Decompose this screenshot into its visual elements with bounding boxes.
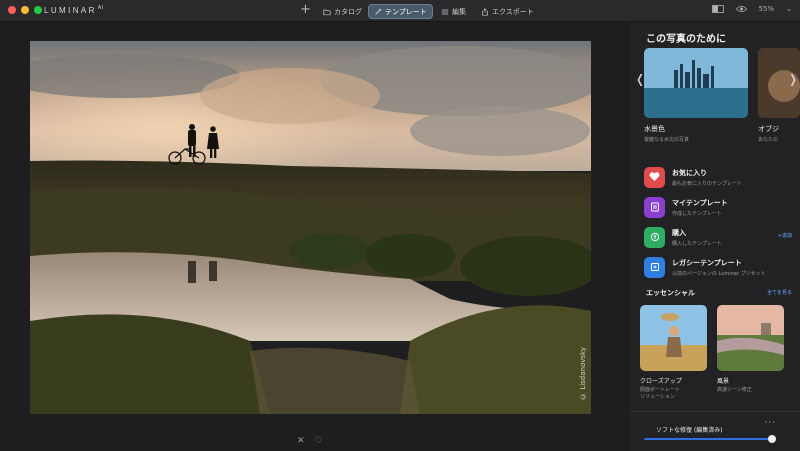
category-name: レガシーテンプレート (672, 258, 742, 267)
essentials-title: エッセンシャル (646, 289, 695, 297)
essential-subtitle: 顔面ポートレート ソリューション (640, 387, 681, 400)
applied-template-label: ソフトな修復 (編集済み) (656, 427, 723, 434)
category-subtitle: 作成したテンプレート (672, 210, 722, 217)
panel-title: この写真のために (646, 34, 726, 45)
more-options-icon[interactable]: ··· (764, 418, 776, 428)
essential-thumbnail (717, 305, 784, 371)
featured-title: 水景色 (644, 125, 665, 133)
category-favorites[interactable]: お気に入り 最もお気に入りのテンプレート (644, 162, 794, 192)
folder-icon (323, 9, 331, 15)
chevron-right-icon[interactable]: ❭ (788, 72, 798, 86)
category-subtitle: 最もお気に入りのテンプレート (672, 180, 742, 187)
category-legacy[interactable]: レガシーテンプレート 以前のバージョンの Luminar プリセット (644, 252, 794, 282)
essential-subtitle: 高速シーン修正 (717, 387, 752, 393)
featured-carousel: ❬ 水景色 複雑なる水辺の写真 オブジ あなたの ❭ (630, 48, 800, 168)
essential-name: クローズアップ (640, 378, 682, 385)
heart-icon[interactable]: ♡ (315, 436, 323, 446)
tab-edit[interactable]: 編集 (436, 4, 471, 19)
close-icon[interactable]: ✕ (297, 436, 305, 446)
category-name: マイテンプレート (672, 198, 728, 207)
featured-card-object[interactable]: オブジ あなたの (758, 48, 800, 143)
landscape-photo (30, 41, 591, 414)
applied-template-bar: ソフトな修復 (編集済み) ··· (630, 411, 800, 451)
export-icon (482, 7, 488, 16)
essential-closeup[interactable]: クローズアップ 顔面ポートレート ソリューション (640, 305, 707, 401)
category-subtitle: 購入したテンプレート (672, 240, 722, 247)
category-name: お気に入り (672, 168, 707, 177)
featured-subtitle: 複雑なる水辺の写真 (644, 137, 690, 143)
top-nav: + カタログ テンプレート 編集 エクスポート 55% ⌄ (0, 0, 800, 22)
essential-name: 風景 (717, 378, 730, 385)
eye-icon[interactable] (735, 5, 747, 13)
tab-catalog[interactable]: カタログ (318, 4, 367, 19)
purchase-icon (644, 226, 665, 248)
featured-title: オブジ (758, 125, 779, 133)
tab-templates[interactable]: テンプレート (368, 4, 433, 19)
category-purchased[interactable]: 購入 購入したテンプレート +追加 (644, 222, 794, 252)
category-name: 購入 (672, 228, 686, 237)
featured-subtitle: あなたの (758, 137, 779, 143)
amount-slider-thumb[interactable] (768, 435, 776, 443)
zoom-level[interactable]: 55% (759, 5, 775, 13)
chevron-down-icon[interactable]: ⌄ (786, 5, 792, 13)
heart-icon (644, 166, 665, 188)
photo-canvas[interactable]: © Lisdanovsky (30, 41, 591, 414)
legacy-icon (644, 256, 665, 278)
featured-card-waterscape[interactable]: 水景色 複雑なる水辺の写真 (644, 48, 748, 143)
photo-credit: © Lisdanovsky (579, 347, 587, 400)
see-all-link[interactable]: 全てを見る (767, 289, 792, 296)
photo-actions: ✕ ♡ (297, 436, 323, 446)
category-subtitle: 以前のバージョンの Luminar プリセット (672, 270, 766, 277)
essential-thumbnail (640, 305, 707, 371)
tab-label: エクスポート (492, 7, 534, 16)
tab-label: 編集 (452, 7, 466, 16)
tab-label: カタログ (334, 7, 362, 16)
tab-label: テンプレート (385, 7, 427, 16)
view-tools: 55% ⌄ (711, 5, 792, 13)
sliders-icon (441, 9, 449, 14)
user-template-icon (644, 196, 665, 218)
add-purchase-link[interactable]: +追加 (778, 232, 792, 239)
magic-wand-icon (375, 8, 382, 15)
category-my-templates[interactable]: マイテンプレート 作成したテンプレート (644, 192, 794, 222)
amount-slider-track[interactable] (644, 438, 772, 440)
plus-icon[interactable]: + (300, 2, 311, 17)
compare-view-icon[interactable] (711, 5, 724, 13)
template-categories: お気に入り 最もお気に入りのテンプレート マイテンプレート 作成したテンプレート… (644, 162, 794, 282)
essential-landscape[interactable]: 風景 高速シーン修正 (717, 305, 784, 394)
tab-export[interactable]: エクスポート (476, 4, 539, 19)
templates-panel: この写真のために ❬ 水景色 複雑なる水辺の写真 オブジ あなたの ❭ お気に入… (630, 22, 800, 451)
featured-thumbnail (644, 48, 748, 118)
